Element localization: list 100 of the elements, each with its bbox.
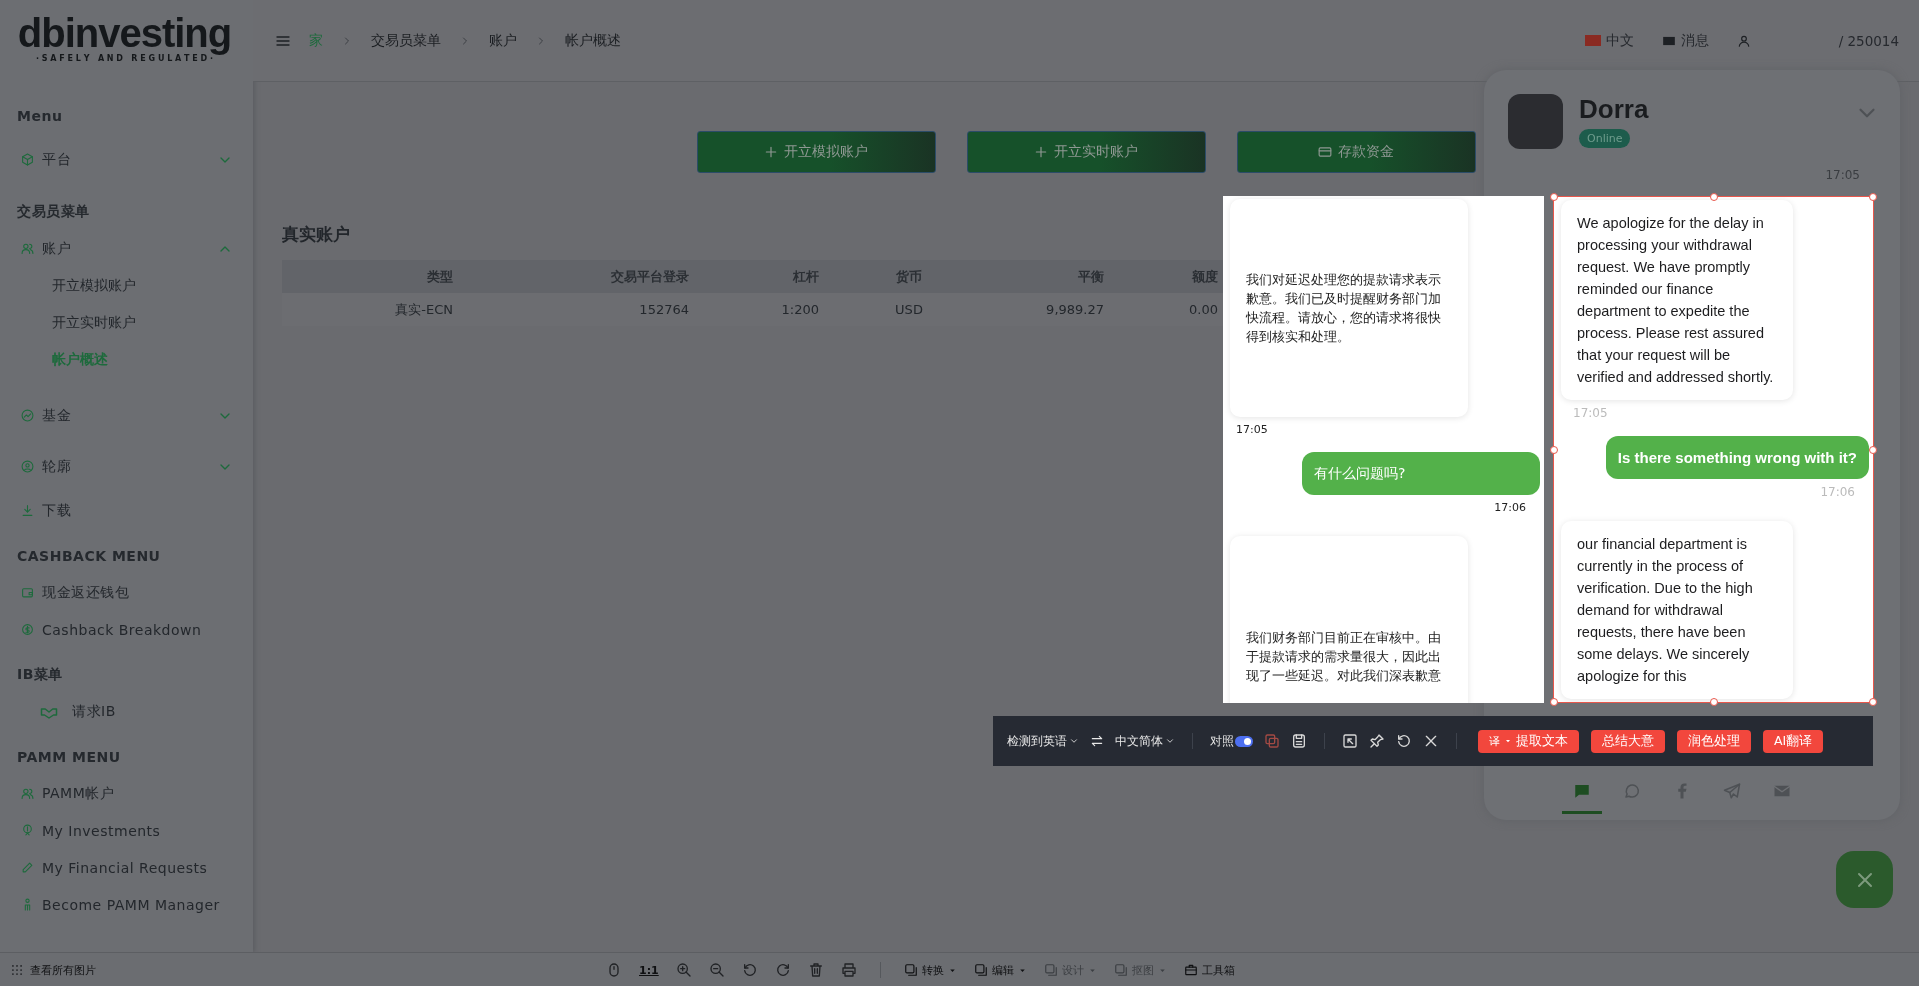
resize-handle[interactable] (1709, 698, 1718, 706)
column-header: 额度 (1191, 267, 1218, 286)
zoom-in-icon[interactable] (675, 962, 692, 978)
action-button[interactable]: 总结大意 (1591, 729, 1665, 753)
target-language-dropdown[interactable]: 中文简体 (1115, 732, 1175, 750)
tool-icon (903, 963, 918, 977)
download-icon (21, 504, 34, 517)
action-button[interactable]: 润色处理 (1677, 729, 1751, 753)
submenu-item[interactable]: 开立模拟账户 (0, 267, 253, 304)
swap-icon[interactable] (1090, 734, 1104, 748)
pin-icon[interactable] (1369, 733, 1385, 749)
table-cell-text: 0.00 (1188, 302, 1218, 317)
tool-icon (1113, 963, 1128, 977)
view-all-images-link[interactable]: 查看所有图片 (10, 962, 96, 978)
rotate-right-icon[interactable] (774, 962, 791, 978)
chart-icon (21, 409, 34, 422)
logo-tagline: · S A F E L Y A N D R E G U L A T E D · (36, 54, 213, 63)
flag-icon (1584, 35, 1601, 46)
menu-heading: 交易员菜单 (16, 201, 91, 221)
breadcrumb[interactable]: 交易员菜单 (371, 31, 441, 50)
section-title: 真实账户 (282, 223, 350, 246)
table-cell-text: 152764 (638, 302, 689, 317)
breadcrumb[interactable]: 账户 (489, 31, 517, 50)
resize-handle[interactable] (1869, 193, 1877, 201)
action-button[interactable]: 开立实时账户 (966, 131, 1206, 173)
toolbox-icon (1183, 963, 1198, 977)
caret-icon (1504, 737, 1512, 745)
column-header: 货币 (895, 267, 923, 286)
language-selector[interactable]: 中文 (1584, 31, 1634, 50)
resize-handle[interactable] (1550, 445, 1558, 454)
users-icon (21, 242, 34, 255)
user-circle-icon (21, 460, 34, 473)
resize-handle[interactable] (1869, 445, 1877, 454)
image-translate-icon[interactable] (1264, 733, 1280, 749)
menu-heading: IB菜单 (16, 664, 64, 684)
save-icon[interactable] (1291, 733, 1307, 749)
menu-heading: PAMM MENU (16, 747, 122, 767)
logo-wordmark[interactable]: dbinvesting (17, 12, 232, 54)
users-icon (21, 787, 34, 800)
sidebar-item[interactable]: 基金 (0, 390, 253, 441)
status-badge: Online (1579, 129, 1631, 148)
message-time: 17:06 (1819, 485, 1855, 499)
source-language-dropdown[interactable]: 检测到英语 (1007, 732, 1079, 750)
select-area-icon[interactable] (1342, 733, 1358, 749)
chevron-down-icon (1069, 736, 1079, 746)
menu-heading: Menu (16, 106, 64, 126)
action-button[interactable]: AI翻译 (1763, 729, 1824, 753)
print-icon[interactable] (840, 962, 857, 978)
action-button[interactable]: 存款资金 (1236, 131, 1476, 173)
grid-icon (10, 963, 24, 977)
undo-icon[interactable] (1396, 733, 1412, 749)
account-number[interactable]: / 250014 (1838, 32, 1899, 49)
sidebar-item[interactable]: 下载 (0, 492, 253, 529)
chevron-down-icon (1165, 736, 1175, 746)
sidebar-item[interactable]: Cashback Breakdown (0, 611, 253, 648)
action-button[interactable]: 开立模拟账户 (696, 131, 936, 173)
sidebar-item[interactable]: 轮廓 (0, 441, 253, 492)
close-icon[interactable] (1423, 733, 1439, 749)
actual-size-button[interactable]: 1:1 (639, 963, 659, 977)
plus-icon (1034, 145, 1048, 159)
selection-frame[interactable] (1553, 196, 1874, 703)
resize-handle[interactable] (1550, 193, 1558, 201)
toolbox-button[interactable]: 工具箱 (1183, 962, 1235, 978)
close-chat-button[interactable] (1836, 851, 1893, 908)
message-bubble: our financial department is currently in the process of verification. Due to the high demand for withdrawal requests, there have been some delays. We sincerely apologize for this (1561, 521, 1793, 699)
table-cell-text: 9,989.27 (1045, 302, 1104, 317)
messages-link[interactable]: 消息 (1661, 31, 1709, 50)
submenu-item[interactable]: 开立实时账户 (0, 304, 253, 341)
cube-icon (21, 153, 34, 166)
sidebar-item[interactable]: Become PAMM Manager (0, 886, 253, 923)
trash-icon[interactable] (807, 962, 824, 978)
compare-toggle[interactable] (1235, 735, 1253, 747)
sidebar-item[interactable]: My Financial Requests (0, 849, 253, 886)
sidebar-item[interactable]: 账户 (0, 230, 253, 267)
agent-name: Dorra (1579, 94, 1649, 125)
table-cell-text: 真实-ECN (394, 300, 453, 319)
sidebar-item[interactable]: 请求IB (0, 693, 253, 730)
edit-icon (21, 861, 34, 874)
menu-dropdown[interactable]: 编辑 (973, 962, 1027, 978)
action-button[interactable]: 译 提取文本 (1478, 729, 1579, 753)
resize-handle[interactable] (1550, 698, 1558, 706)
rotate-left-icon[interactable] (741, 962, 758, 978)
sidebar-item[interactable]: 平台 (0, 134, 253, 185)
menu-heading: CASHBACK MENU (16, 546, 162, 566)
sent-message-bubble: Is there something wrong with it? (1605, 436, 1869, 479)
message-time: 17:06 (1493, 501, 1526, 514)
table-cell-text: USD (894, 302, 924, 317)
coin-icon (21, 623, 34, 636)
resize-handle[interactable] (1709, 193, 1718, 201)
user-icon (1736, 33, 1751, 48)
mouse-icon[interactable] (606, 962, 622, 978)
sidebar-item[interactable]: PAMM帐户 (0, 775, 253, 812)
sidebar-item[interactable]: 现金返还钱包 (0, 574, 253, 611)
breadcrumb[interactable]: 帐户概述 (565, 31, 621, 50)
resize-handle[interactable] (1869, 698, 1877, 706)
menu-dropdown[interactable]: 转换 (903, 962, 957, 978)
table-cell-text: 1:200 (780, 302, 819, 317)
zoom-out-icon[interactable] (708, 962, 725, 978)
message-bubble: We apologize for the delay in processing your withdrawal request. We have promptly reminded our finance department to expedite the process. Please rest assured that your request will be verified and addressed shortly. (1561, 200, 1793, 400)
sidebar-item[interactable]: My Investments (0, 812, 253, 849)
